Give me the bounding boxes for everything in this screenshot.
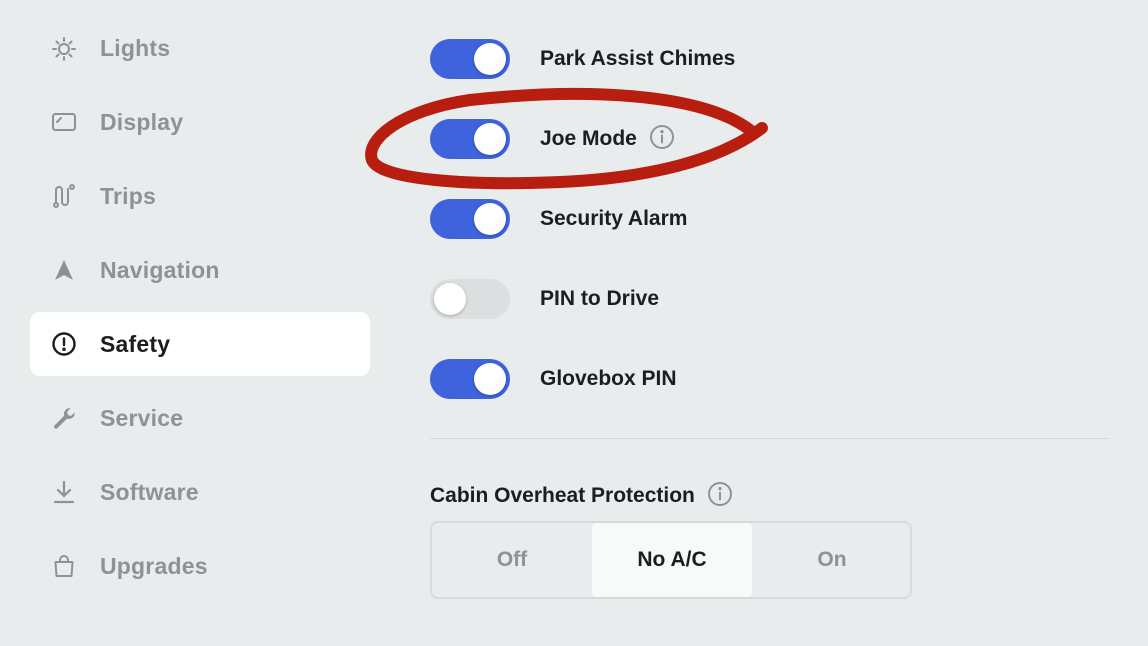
- toggle-knob: [474, 363, 506, 395]
- glovebox-pin-toggle[interactable]: [430, 359, 510, 399]
- sidebar-item-label: Upgrades: [100, 552, 208, 579]
- sidebar-item-label: Trips: [100, 182, 156, 209]
- sidebar-item-label: Display: [100, 108, 184, 135]
- cabin-overheat-option-off[interactable]: Off: [432, 523, 592, 597]
- shopping-bag-icon: [50, 552, 78, 580]
- sidebar-item-safety[interactable]: Safety: [30, 312, 370, 376]
- info-icon[interactable]: [649, 124, 675, 150]
- sidebar-item-label: Lights: [100, 34, 171, 61]
- cabin-overheat-segmented-control: Off No A/C On: [430, 521, 912, 599]
- sidebar-item-trips[interactable]: Trips: [30, 164, 370, 228]
- joe-mode-label: Joe Mode: [540, 127, 637, 150]
- security-alarm-label: Security Alarm: [540, 207, 688, 230]
- toggle-knob: [474, 123, 506, 155]
- sidebar-item-lights[interactable]: Lights: [30, 16, 370, 80]
- park-assist-chimes-toggle[interactable]: [430, 39, 510, 79]
- sidebar-item-label: Safety: [100, 330, 171, 357]
- cabin-overheat-option-on[interactable]: On: [752, 523, 912, 597]
- section-divider: [430, 438, 1110, 439]
- pin-to-drive-toggle[interactable]: [430, 279, 510, 319]
- sidebar-item-display[interactable]: Display: [30, 90, 370, 154]
- cabin-overheat-title-group: Cabin Overheat Protection: [430, 481, 733, 508]
- joe-mode-label-group: Joe Mode: [540, 124, 675, 151]
- toggle-knob: [474, 203, 506, 235]
- info-icon[interactable]: [707, 481, 733, 507]
- sidebar-item-navigation[interactable]: Navigation: [30, 238, 370, 302]
- cabin-overheat-title: Cabin Overheat Protection: [430, 484, 695, 507]
- glovebox-pin-label: Glovebox PIN: [540, 367, 677, 390]
- joe-mode-toggle[interactable]: [430, 119, 510, 159]
- sidebar-item-service[interactable]: Service: [30, 386, 370, 450]
- park-assist-chimes-label: Park Assist Chimes: [540, 47, 736, 70]
- pin-to-drive-label: PIN to Drive: [540, 287, 660, 310]
- settings-sidebar: Lights Display Trips Navigation Safety S…: [0, 0, 400, 646]
- display-icon: [50, 108, 78, 136]
- toggle-knob: [434, 283, 466, 315]
- sidebar-item-label: Navigation: [100, 256, 220, 283]
- sidebar-item-software[interactable]: Software: [30, 460, 370, 524]
- cabin-overheat-option-no-ac[interactable]: No A/C: [592, 523, 752, 597]
- download-icon: [50, 478, 78, 506]
- sun-icon: [50, 34, 78, 62]
- route-icon: [50, 182, 78, 210]
- sidebar-item-upgrades[interactable]: Upgrades: [30, 534, 370, 598]
- toggle-knob: [474, 43, 506, 75]
- wrench-icon: [50, 404, 78, 432]
- sidebar-item-label: Service: [100, 404, 184, 431]
- security-alarm-toggle[interactable]: [430, 199, 510, 239]
- alert-circle-icon: [50, 330, 78, 358]
- navigation-arrow-icon: [50, 256, 78, 284]
- sidebar-item-label: Software: [100, 478, 199, 505]
